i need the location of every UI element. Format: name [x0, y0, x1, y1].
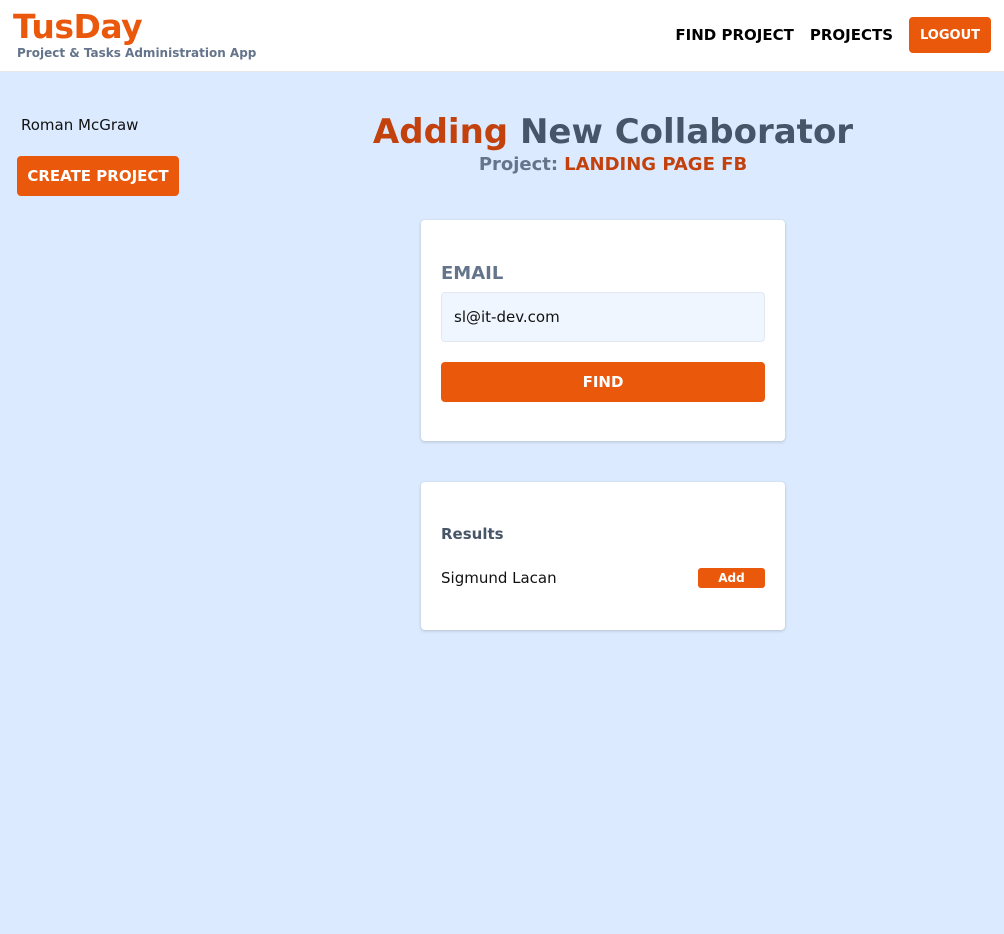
search-collaborator-form: EMAIL FIND [421, 220, 785, 441]
project-label: Project: [478, 154, 559, 175]
find-button[interactable]: FIND [441, 362, 765, 402]
results-panel: Results Sigmund Lacan Add [421, 482, 785, 630]
sidebar: Roman McGraw CREATE PROJECT [17, 115, 179, 196]
page-title: Adding New Collaborator [270, 110, 956, 154]
results-title: Results [441, 525, 504, 543]
top-header: TusDay Project & Tasks Administration Ap… [0, 0, 1004, 72]
nav-projects-link[interactable]: PROJECTS [810, 26, 893, 44]
brand-subtitle: Project & Tasks Administration App [17, 46, 257, 60]
result-name: Sigmund Lacan [441, 569, 557, 587]
brand-title[interactable]: TusDay [13, 8, 256, 46]
logout-button[interactable]: LOGOUT [909, 17, 991, 53]
top-nav: FIND PROJECT PROJECTS LOGOUT [675, 17, 991, 53]
project-name: LANDING PAGE FB [564, 154, 748, 175]
result-row: Sigmund Lacan Add [441, 568, 765, 588]
user-name: Roman McGraw [21, 116, 139, 134]
brand: TusDay Project & Tasks Administration Ap… [13, 8, 257, 61]
create-project-button[interactable]: CREATE PROJECT [17, 156, 179, 196]
page-title-accent: Adding [372, 112, 509, 152]
add-collaborator-button[interactable]: Add [698, 568, 765, 588]
email-label: EMAIL [441, 263, 504, 284]
page-heading: Adding New Collaborator Project: LANDING … [270, 110, 956, 176]
nav-find-project-link[interactable]: FIND PROJECT [675, 26, 793, 44]
project-subtitle: Project: LANDING PAGE FB [270, 154, 956, 176]
email-field[interactable] [441, 292, 765, 342]
page-title-rest: New Collaborator [519, 112, 854, 152]
